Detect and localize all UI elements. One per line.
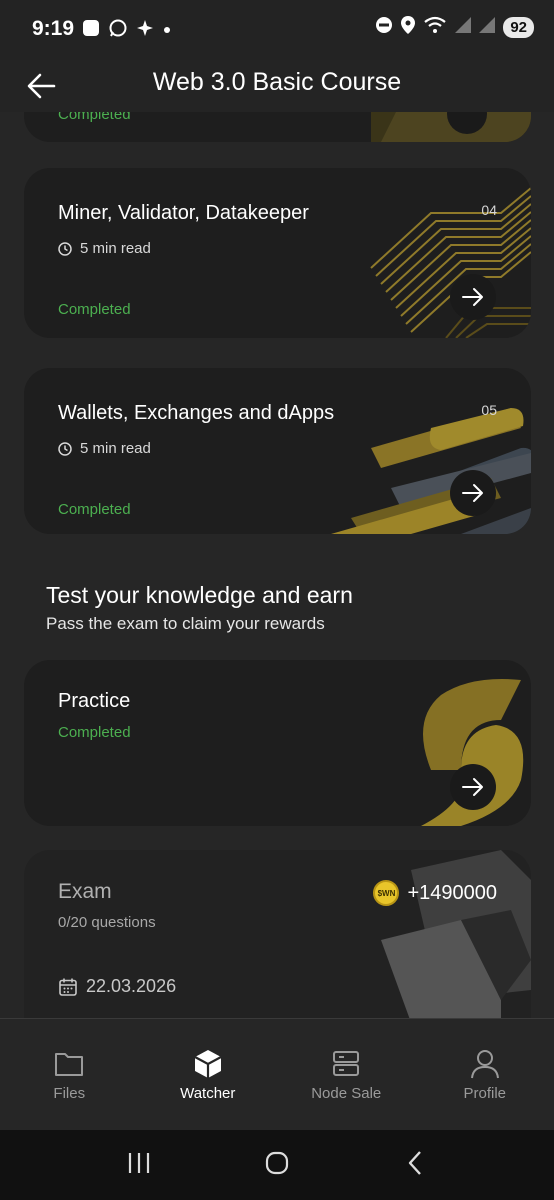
arrow-right-icon	[462, 778, 483, 796]
system-nav-bar	[0, 1130, 554, 1200]
open-practice-button[interactable]	[450, 764, 496, 810]
lesson-title: Wallets, Exchanges and dApps	[58, 402, 335, 424]
lesson-decoration	[331, 408, 531, 534]
location-icon	[401, 16, 416, 39]
lesson-card-05[interactable]: Wallets, Exchanges and dApps 05 5 min re…	[24, 368, 531, 534]
folder-icon	[55, 1053, 84, 1076]
status-bar: 9:19 92	[0, 0, 554, 60]
nav-label: Node Sale	[311, 1085, 382, 1102]
exam-date: 22.03.2026	[58, 976, 176, 997]
system-icons: 92	[375, 16, 534, 39]
home-button[interactable]	[263, 1149, 291, 1182]
arrow-right-icon	[462, 288, 483, 306]
practice-card[interactable]: Practice Completed	[24, 660, 531, 826]
lesson-card-03[interactable]: Completed	[24, 112, 531, 142]
practice-title: Practice	[58, 690, 131, 712]
wifi-icon	[423, 16, 447, 39]
recent-apps-button[interactable]	[125, 1150, 153, 1181]
lesson-decoration	[370, 187, 531, 338]
coin-icon: $WN	[373, 880, 400, 906]
nav-label: Files	[53, 1085, 86, 1102]
signal-icon-2	[479, 17, 496, 38]
calendar-icon	[59, 978, 77, 996]
nav-profile[interactable]: Profile	[416, 1019, 554, 1130]
server-icon	[333, 1051, 360, 1076]
read-time: 5 min read	[58, 440, 151, 457]
section-title: Test your knowledge and earn	[46, 582, 353, 608]
whatsapp-icon	[108, 18, 128, 43]
nav-node-sale[interactable]: Node Sale	[277, 1019, 416, 1130]
battery-indicator: 92	[503, 17, 534, 38]
signal-icon	[455, 17, 472, 38]
exam-card[interactable]: Exam 0/20 questions $WN +1490000 22.03.2…	[24, 850, 531, 1018]
lesson-status: Completed	[58, 301, 131, 318]
lesson-status: Completed	[58, 501, 131, 518]
lesson-decoration	[371, 112, 531, 142]
notification-icons	[82, 18, 172, 43]
read-time-label: 5 min read	[80, 240, 151, 257]
reward-amount: +1490000	[407, 881, 497, 904]
course-content[interactable]: Completed Miner, Validator, Datakeeper 0…	[0, 112, 554, 1018]
home-icon	[265, 1151, 289, 1174]
exam-date-label: 22.03.2026	[86, 976, 177, 996]
clock-icon	[58, 241, 72, 256]
lesson-title: Miner, Validator, Datakeeper	[58, 202, 309, 224]
dot-icon	[162, 22, 172, 40]
nav-watcher[interactable]: Watcher	[139, 1019, 278, 1130]
section-subtitle: Pass the exam to claim your rewards	[46, 614, 325, 633]
nav-label: Profile	[463, 1085, 507, 1102]
exam-decoration	[381, 850, 531, 1018]
exam-reward: $WN +1490000	[373, 880, 497, 906]
chevron-left-icon	[408, 1150, 421, 1175]
lesson-card-04[interactable]: Miner, Validator, Datakeeper 04 5 min re…	[24, 168, 531, 338]
bottom-nav: Files Watcher Node Sale Profile	[0, 1018, 554, 1130]
nav-label: Watcher	[180, 1085, 236, 1102]
open-lesson-button[interactable]	[450, 274, 496, 320]
lesson-number: 04	[481, 202, 497, 218]
user-icon	[470, 1050, 499, 1079]
sparkle-icon	[136, 19, 154, 42]
read-time-label: 5 min read	[80, 440, 151, 457]
cube-icon	[194, 1050, 222, 1078]
exam-title: Exam	[58, 880, 112, 903]
open-lesson-button[interactable]	[450, 470, 496, 516]
read-time: 5 min read	[58, 240, 151, 257]
app-header: Web 3.0 Basic Course	[0, 60, 554, 112]
clock-icon	[58, 441, 72, 456]
exam-questions: 0/20 questions	[58, 914, 156, 931]
app-notification-icon	[82, 19, 100, 42]
nav-files[interactable]: Files	[0, 1019, 139, 1130]
practice-status: Completed	[58, 724, 131, 741]
status-time: 9:19	[32, 17, 75, 40]
page-title: Web 3.0 Basic Course	[152, 68, 402, 96]
lesson-number: 05	[481, 402, 497, 418]
arrow-right-icon	[462, 484, 483, 502]
recent-apps-icon	[128, 1152, 150, 1173]
lesson-status: Completed	[58, 112, 131, 123]
dnd-icon	[375, 16, 393, 39]
system-back-button[interactable]	[401, 1149, 429, 1182]
